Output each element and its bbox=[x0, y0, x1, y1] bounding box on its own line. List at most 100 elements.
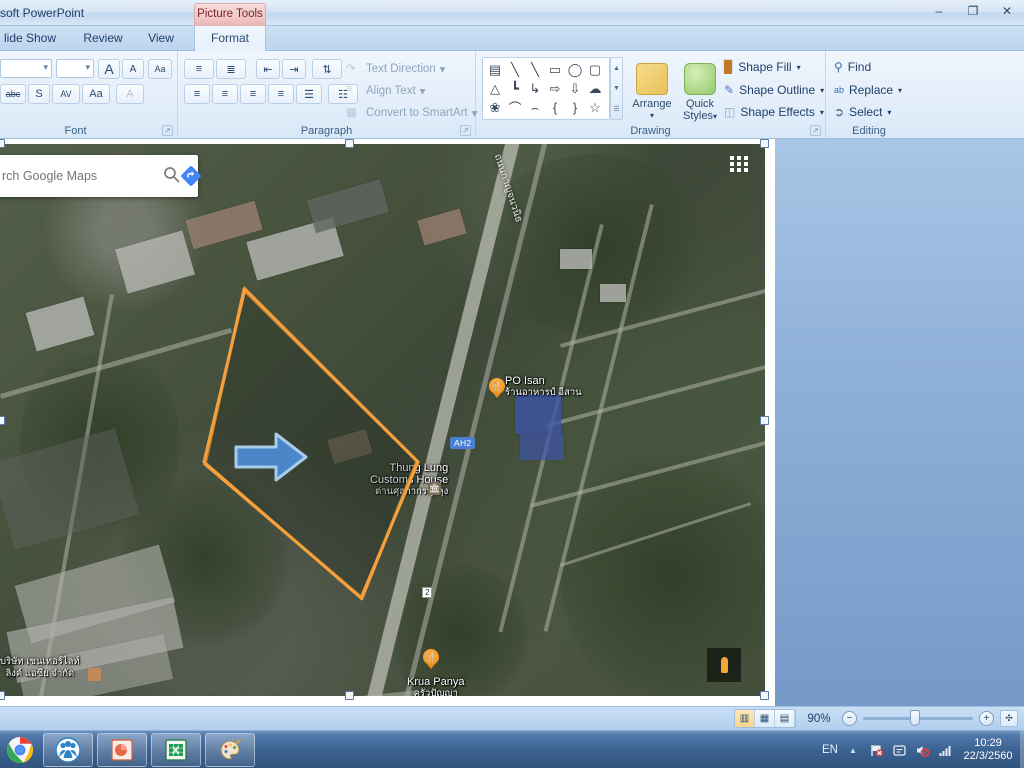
zoom-in-button[interactable]: + bbox=[979, 711, 994, 726]
search-icon[interactable] bbox=[163, 166, 180, 187]
text-shadow-button[interactable]: S bbox=[28, 84, 50, 104]
fit-slide-to-window-button[interactable]: ✣ bbox=[1000, 710, 1018, 727]
line-spacing-button[interactable]: ⇅ bbox=[312, 59, 342, 79]
align-center-button[interactable]: ≡ bbox=[212, 84, 238, 104]
centerlight-icon[interactable] bbox=[88, 668, 101, 681]
change-case-button[interactable]: Aa bbox=[82, 84, 110, 104]
blue-arrow-shape[interactable] bbox=[232, 429, 310, 485]
shapes-gallery[interactable]: ▤ ╲ ╲ ▭ ◯ ▢ △ ┗ ↳ ⇨ ⇩ ☁ ❀ ⌒ ⌢ { } ☆ bbox=[482, 57, 610, 120]
tab-format[interactable]: Format bbox=[194, 26, 266, 51]
tab-review[interactable]: Review bbox=[72, 26, 134, 51]
action-center-icon[interactable] bbox=[891, 742, 907, 758]
minimize-button[interactable]: – bbox=[926, 2, 952, 20]
scroll-up-icon[interactable]: ▲ bbox=[613, 65, 620, 72]
inserted-picture[interactable]: ถนนกาญจนวนิธ 🍴 PO Isan ร้านอาหารป์ อีสาน… bbox=[0, 144, 765, 696]
select-button[interactable]: ➲ Select ▾ bbox=[834, 105, 891, 119]
customs-house-icon[interactable]: 🏛 bbox=[428, 482, 441, 495]
google-maps-satellite-view[interactable]: ถนนกาญจนวนิธ 🍴 PO Isan ร้านอาหารป์ อีสาน… bbox=[0, 144, 765, 696]
text-direction-button[interactable]: ↷ Text Direction ▾ bbox=[346, 61, 445, 77]
taskbar-item-excel[interactable] bbox=[205, 732, 255, 767]
slide-sorter-view-button[interactable]: ▦ bbox=[755, 710, 775, 727]
reading-view-button[interactable]: ▤ bbox=[775, 710, 795, 727]
shape-line-icon[interactable]: ╲ bbox=[505, 60, 525, 79]
clear-formatting-button[interactable]: Aa bbox=[148, 59, 172, 79]
arrange-button[interactable]: Arrange ▾ bbox=[628, 59, 676, 122]
zoom-out-button[interactable]: − bbox=[842, 711, 857, 726]
shape-star-icon[interactable]: ☆ bbox=[585, 98, 605, 117]
shape-right-arrow-icon[interactable]: ⇨ bbox=[545, 79, 565, 98]
network-icon[interactable] bbox=[937, 742, 953, 758]
font-name-combo[interactable] bbox=[0, 59, 52, 78]
selection-handle-top-left[interactable] bbox=[0, 139, 5, 148]
start-button[interactable] bbox=[1, 731, 39, 768]
tab-slide-show[interactable]: lide Show bbox=[0, 26, 70, 51]
numbering-button[interactable]: ≣ bbox=[216, 59, 246, 79]
selection-handle-bottom-center[interactable] bbox=[345, 691, 354, 700]
replace-button[interactable]: ab Replace ▾ bbox=[834, 83, 902, 97]
zoom-slider-thumb[interactable] bbox=[910, 710, 920, 726]
shape-curve-icon[interactable]: ⌒ bbox=[505, 98, 525, 117]
shape-outline-button[interactable]: ✎ Shape Outline ▾ bbox=[724, 83, 824, 97]
shape-rectangle-icon[interactable]: ▭ bbox=[545, 60, 565, 79]
shape-left-brace-icon[interactable]: { bbox=[545, 98, 565, 117]
chevron-down-icon[interactable]: ▾ bbox=[628, 110, 676, 122]
columns-button[interactable]: ☰ bbox=[296, 84, 322, 104]
shape-oval-icon[interactable]: ◯ bbox=[565, 60, 585, 79]
align-text-button[interactable]: ≡ Align Text ▾ bbox=[346, 83, 425, 99]
search-input[interactable] bbox=[0, 169, 163, 183]
selection-handle-bottom-left[interactable] bbox=[0, 691, 5, 700]
normal-view-button[interactable]: ▥ bbox=[735, 710, 755, 727]
right-pane[interactable] bbox=[775, 139, 1024, 706]
scroll-down-icon[interactable]: ▼ bbox=[613, 85, 620, 92]
slide-canvas[interactable]: ถนนกาญจนวนิธ 🍴 PO Isan ร้านอาหารป์ อีสาน… bbox=[0, 139, 775, 706]
font-dialog-launcher[interactable]: ↗ bbox=[162, 125, 173, 136]
drawing-dialog-launcher[interactable]: ↗ bbox=[810, 125, 821, 136]
strikethrough-button[interactable]: abc bbox=[0, 84, 26, 104]
shape-triangle-icon[interactable]: △ bbox=[485, 79, 505, 98]
selection-handle-middle-left[interactable] bbox=[0, 416, 5, 425]
gallery-more-icon[interactable]: ☰ bbox=[613, 105, 619, 113]
restore-button[interactable]: ❐ bbox=[960, 2, 986, 20]
zoom-slider[interactable] bbox=[863, 710, 973, 726]
grow-font-button[interactable]: A bbox=[98, 59, 120, 79]
selection-handle-bottom-right[interactable] bbox=[760, 691, 769, 700]
directions-button[interactable] bbox=[180, 165, 202, 187]
taskbar-item-powerpoint[interactable]: X bbox=[151, 732, 201, 767]
shape-cloud-icon[interactable]: ☁ bbox=[585, 79, 605, 98]
language-indicator[interactable]: EN bbox=[822, 744, 838, 756]
street-view-pegman-icon[interactable] bbox=[707, 648, 741, 682]
decrease-indent-button[interactable]: ⇤ bbox=[256, 59, 280, 79]
map-label-po-isan[interactable]: PO Isan ร้านอาหารป์ อีสาน bbox=[505, 375, 582, 399]
shape-text-box-icon[interactable]: ▤ bbox=[485, 60, 505, 79]
flag-icon[interactable] bbox=[868, 742, 884, 758]
show-hidden-icons-button[interactable]: ▲ bbox=[845, 742, 861, 758]
volume-muted-icon[interactable] bbox=[914, 742, 930, 758]
close-button[interactable]: ✕ bbox=[994, 2, 1020, 20]
selection-handle-top-right[interactable] bbox=[760, 139, 769, 148]
increase-indent-button[interactable]: ⇥ bbox=[282, 59, 306, 79]
clock[interactable]: 10:29 22/3/2560 bbox=[960, 737, 1016, 763]
shape-down-arrow-icon[interactable]: ⇩ bbox=[565, 79, 585, 98]
poi-marker-po-isan[interactable]: 🍴 bbox=[489, 378, 505, 394]
shape-arc-icon[interactable]: ⌢ bbox=[525, 98, 545, 117]
shape-rounded-rect-icon[interactable]: ▢ bbox=[585, 60, 605, 79]
poi-marker-krua-panya[interactable]: 🍴 bbox=[423, 649, 439, 665]
quick-styles-button[interactable]: Quick Styles▾ bbox=[676, 59, 724, 123]
shrink-font-button[interactable]: A bbox=[122, 59, 144, 79]
google-maps-search-box[interactable] bbox=[0, 155, 201, 197]
tab-view[interactable]: View bbox=[134, 26, 188, 51]
shape-scribble-icon[interactable]: ❀ bbox=[485, 98, 505, 117]
bullets-button[interactable]: ≡ bbox=[184, 59, 214, 79]
map-label-centerlight[interactable]: บริษัท เซนเทอร์ไลท์ ลิงค์ แอซีย จำกัด bbox=[0, 656, 80, 680]
taskbar-item-people[interactable] bbox=[97, 732, 147, 767]
chevron-down-icon[interactable]: ▾ bbox=[713, 112, 717, 121]
justify-button[interactable]: ≡ bbox=[268, 84, 294, 104]
shape-fill-button[interactable]: ▉ Shape Fill ▾ bbox=[724, 60, 801, 74]
font-color-button[interactable]: A bbox=[116, 84, 144, 104]
taskbar-item-chrome[interactable] bbox=[43, 732, 93, 767]
shape-elbow-arrow-icon[interactable]: ↳ bbox=[525, 79, 545, 98]
paragraph-dialog-launcher[interactable]: ↗ bbox=[460, 125, 471, 136]
find-button[interactable]: ⚲ Find bbox=[834, 60, 871, 74]
align-right-button[interactable]: ≡ bbox=[240, 84, 266, 104]
character-spacing-button[interactable]: AV bbox=[52, 84, 80, 104]
